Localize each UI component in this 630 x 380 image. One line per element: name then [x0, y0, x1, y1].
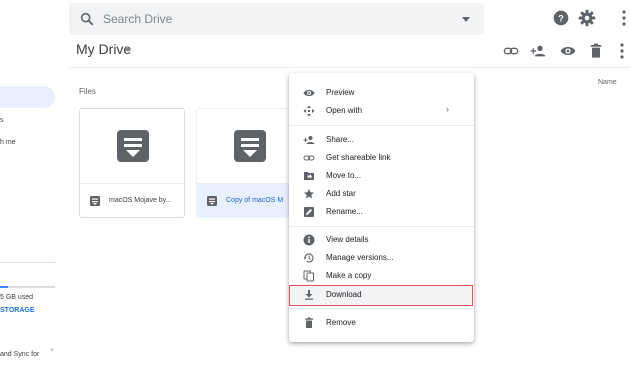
file-thumbnail — [197, 109, 301, 184]
sort-by-name[interactable]: Name — [598, 79, 617, 86]
sidebar-item-active[interactable] — [0, 86, 55, 108]
menu-item-move-to[interactable]: Move to... — [289, 168, 474, 184]
file-card[interactable]: macOS Mojave by... — [79, 108, 185, 218]
sidebar-divider — [0, 262, 55, 263]
menu-item-rename[interactable]: Rename... — [289, 204, 474, 220]
storage-bar-fill — [0, 286, 8, 288]
gear-icon[interactable] — [578, 9, 596, 27]
menu-item-share[interactable]: Share... — [289, 132, 474, 148]
folder-move-icon — [304, 172, 314, 180]
svg-text:?: ? — [558, 13, 564, 23]
menu-item-get-link[interactable]: Get shareable link — [289, 150, 474, 166]
sidebar-item-marker: s — [0, 117, 4, 124]
menu-divider — [289, 125, 474, 126]
more-options-icon[interactable] — [618, 43, 626, 59]
more-vert-icon[interactable] — [621, 10, 627, 26]
menu-item-add-star[interactable]: Add star — [289, 186, 474, 202]
person-add-icon — [303, 136, 315, 144]
download-icon — [305, 290, 313, 300]
trash-icon — [305, 317, 313, 328]
edit-icon — [304, 207, 314, 217]
menu-item-preview[interactable]: Preview — [289, 85, 474, 101]
trash-icon[interactable] — [588, 43, 604, 59]
eye-icon[interactable] — [560, 43, 576, 59]
link-icon — [303, 155, 315, 161]
document-icon — [117, 130, 149, 162]
chevron-down-icon[interactable] — [125, 48, 131, 52]
page-title[interactable]: My Drive — [76, 41, 131, 57]
open-with-icon — [303, 105, 315, 117]
submenu-arrow-icon: › — [446, 104, 449, 114]
upgrade-storage-link[interactable]: STORAGE — [0, 307, 35, 314]
context-menu: Preview Open with › Share... Get shareab… — [289, 73, 474, 342]
history-icon — [303, 253, 314, 263]
search-input[interactable]: Search Drive — [103, 12, 172, 26]
storage-bar — [0, 286, 55, 288]
person-add-icon[interactable] — [530, 43, 546, 59]
menu-item-download[interactable]: Download — [289, 287, 474, 303]
search-bar[interactable]: Search Drive — [69, 3, 484, 35]
file-name: macOS Mojave by... — [109, 197, 172, 204]
file-thumbnail — [80, 109, 184, 184]
link-icon[interactable] — [503, 43, 519, 59]
sidebar-item-shared[interactable]: h me — [0, 139, 16, 146]
copy-icon — [303, 270, 314, 282]
menu-item-view-details[interactable]: View details — [289, 232, 474, 248]
menu-item-open-with[interactable]: Open with › — [289, 103, 474, 119]
menu-item-remove[interactable]: Remove — [289, 315, 474, 331]
promo-text: and Sync for — [0, 351, 40, 358]
section-title-files: Files — [79, 87, 96, 96]
menu-item-make-copy[interactable]: Make a copy — [289, 268, 474, 284]
file-name: Copy of macOS M — [226, 197, 284, 204]
menu-divider — [289, 308, 474, 309]
close-icon[interactable]: × — [50, 347, 54, 354]
help-icon[interactable]: ? — [553, 10, 569, 26]
file-type-icon — [207, 196, 217, 206]
menu-item-manage-versions[interactable]: Manage versions... — [289, 250, 474, 266]
info-icon — [303, 234, 315, 246]
search-icon — [80, 12, 94, 26]
header-divider — [69, 67, 630, 68]
document-icon — [234, 130, 266, 162]
file-card-selected[interactable]: Copy of macOS M — [196, 108, 302, 218]
search-options-icon[interactable] — [462, 17, 470, 22]
menu-divider — [289, 226, 474, 227]
star-icon — [304, 189, 314, 199]
eye-icon — [303, 90, 315, 96]
file-type-icon — [90, 196, 100, 206]
storage-used-text: 5 GB used — [0, 294, 34, 301]
